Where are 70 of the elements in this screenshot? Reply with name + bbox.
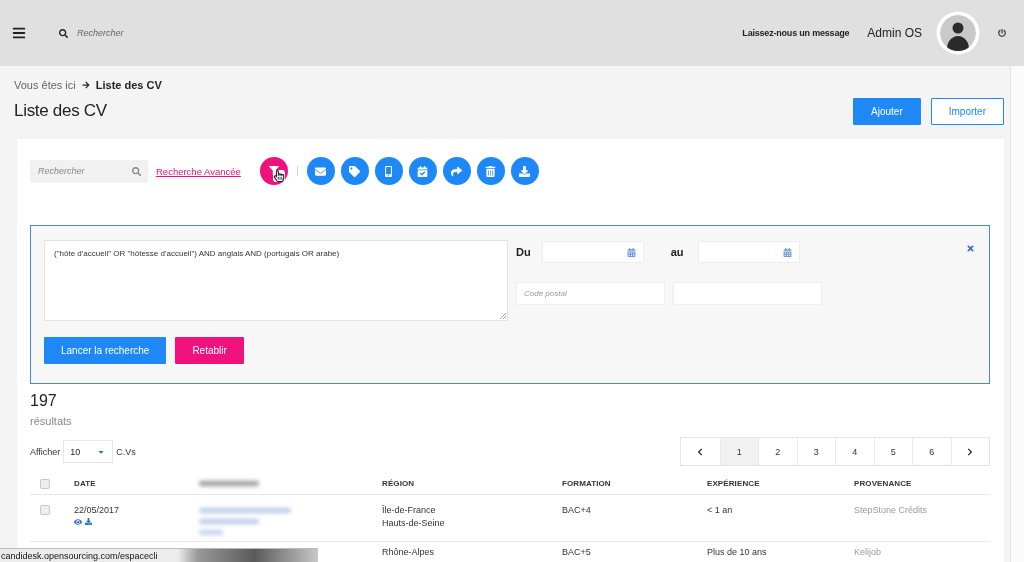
resize-grip-icon[interactable]	[500, 313, 506, 319]
download-button[interactable]	[510, 157, 539, 185]
user-name: Admin OS	[867, 26, 922, 40]
table-cell: StepStone Crédits	[854, 505, 928, 516]
row-checkbox[interactable]	[40, 505, 50, 515]
share-button[interactable]	[442, 157, 471, 185]
phone-button[interactable]	[374, 157, 403, 185]
search-field[interactable]: Rechercher	[59, 28, 124, 38]
search-button[interactable]: Lancer la recherche	[44, 337, 167, 364]
table-cell: Kelijob	[854, 547, 882, 558]
download-icon[interactable]	[85, 518, 92, 525]
date-to-label: au	[670, 246, 684, 258]
date-from-label: Du	[516, 246, 531, 258]
table-cell: Rhône-Alpes	[382, 547, 435, 558]
date-from-field[interactable]	[541, 241, 644, 263]
page-action-button[interactable]: Importer	[930, 97, 1004, 125]
page-button[interactable]: 1	[719, 438, 758, 465]
column-header: RÉGION	[382, 479, 415, 488]
calendar-icon[interactable]	[626, 247, 636, 257]
results-label: résultats	[30, 414, 72, 428]
select-all-checkbox[interactable]	[40, 478, 50, 489]
trash-icon	[485, 165, 497, 177]
user-avatar-icon[interactable]	[936, 11, 980, 55]
breadcrumb-link[interactable]: Vous êtes ici	[14, 78, 76, 91]
email-button[interactable]	[306, 157, 335, 185]
tag-icon	[349, 165, 361, 177]
close-icon	[966, 244, 975, 253]
page-size-label: Afficher	[30, 446, 61, 457]
query-field[interactable]: ("hôte d'accueil" OR "hôtesse d'accueil") AND anglais AND (portugais OR arabe)	[44, 240, 508, 321]
eye-icon[interactable]	[74, 518, 82, 526]
calendar-icon[interactable]	[782, 247, 792, 257]
arrow-right-icon	[81, 80, 90, 89]
envelope-icon	[315, 165, 327, 177]
menu-icon[interactable]	[12, 26, 26, 40]
column-header: PROVENANCE	[854, 479, 912, 488]
table-cell: BAC+4	[562, 505, 591, 516]
page-size-unit: C.Vs	[116, 446, 136, 457]
share-arrow-icon	[451, 165, 463, 177]
table-cell: Plus de 10 ans	[707, 547, 767, 558]
chevron-right-icon	[966, 447, 975, 456]
status-url: candidesk.opensourcing.com/espacecli	[0, 550, 158, 561]
column-header: DATE	[74, 479, 96, 488]
results-count: 197	[30, 392, 57, 410]
advanced-search-link[interactable]: Recherche Avancée	[156, 165, 241, 177]
page-title: Liste des CV	[14, 101, 107, 122]
page-size-select[interactable]: 10	[63, 440, 114, 463]
close-button[interactable]	[966, 244, 975, 253]
delete-button[interactable]	[476, 157, 505, 185]
column-header: EXPÉRIENCE	[707, 479, 760, 488]
calendar-button[interactable]	[408, 157, 437, 185]
page-action-button[interactable]: Ajouter	[853, 97, 921, 125]
tag-button[interactable]	[340, 157, 369, 185]
breadcrumb-current: Liste des CV	[95, 78, 162, 91]
redacted-header	[199, 481, 259, 486]
table-cell: < 1 an	[707, 505, 733, 516]
table-cell: Hauts-de-Seine	[382, 518, 445, 529]
table-cell: BAC+5	[562, 547, 591, 558]
search-icon	[59, 28, 68, 38]
download-icon	[519, 165, 531, 177]
message-link[interactable]: Laissez-nous un message	[742, 28, 850, 38]
table-cell: Île-de-France	[382, 505, 436, 516]
power-icon[interactable]	[998, 29, 1006, 37]
column-header: FORMATION	[562, 479, 611, 488]
search-icon	[132, 166, 141, 176]
table-cell: 22/05/2017	[74, 505, 120, 516]
phone-icon	[383, 165, 395, 177]
reset-button[interactable]: Retablir	[175, 337, 244, 364]
calendar-check-icon	[417, 165, 429, 177]
date-to-field[interactable]	[697, 241, 800, 263]
chevron-left-icon	[696, 447, 705, 456]
